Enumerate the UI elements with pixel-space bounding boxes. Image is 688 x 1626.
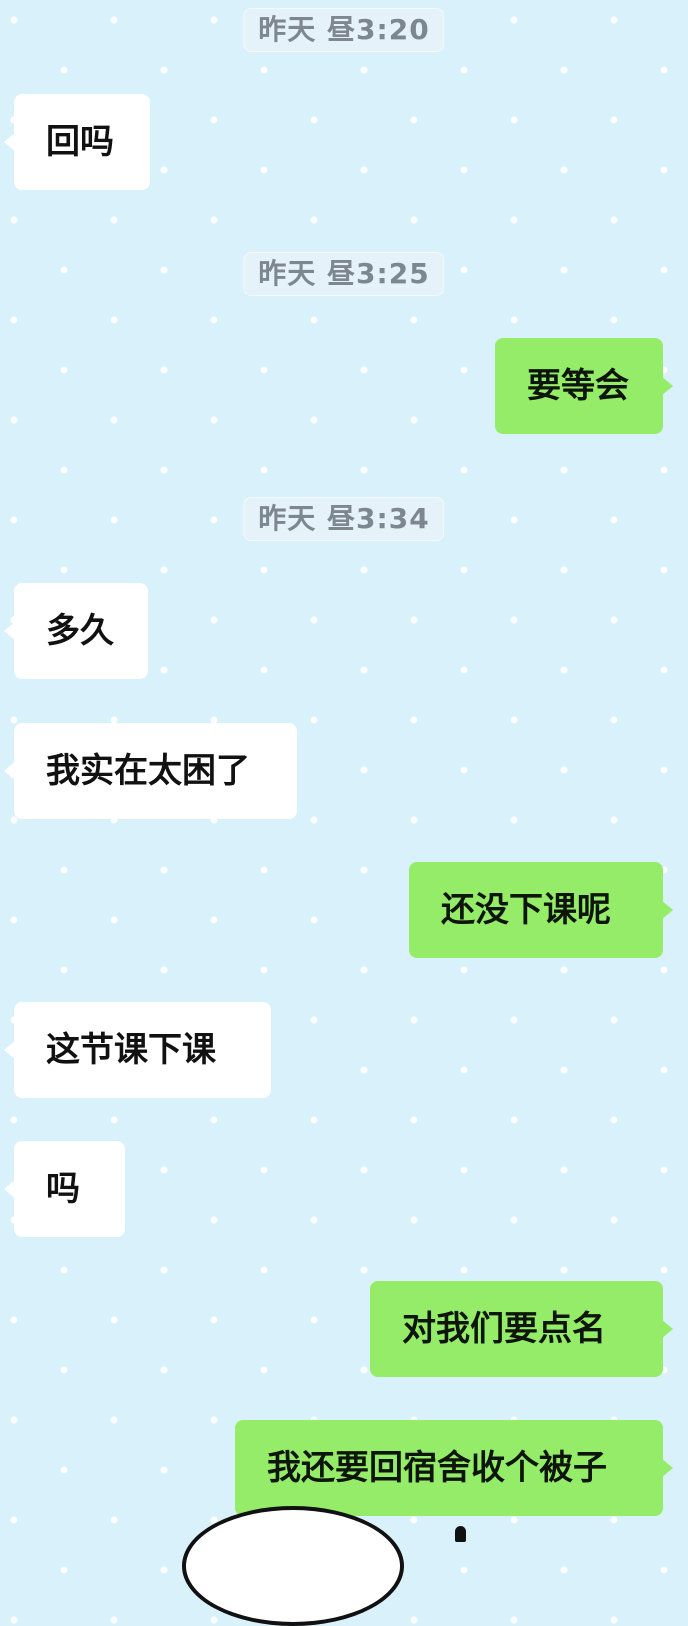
outgoing-message[interactable]: 对我们要点名 <box>370 1281 673 1377</box>
outgoing-message[interactable]: 我还要回宿舍收个被子 <box>235 1420 673 1516</box>
incoming-message[interactable]: 这节课下课 <box>4 1002 271 1098</box>
outgoing-message[interactable]: 要等会 <box>495 338 673 434</box>
sticker-mark <box>455 1526 466 1542</box>
incoming-message[interactable]: 多久 <box>4 583 148 679</box>
incoming-message[interactable]: 我实在太困了 <box>4 723 297 819</box>
timestamp: 昨天 昼3:20 <box>243 8 445 52</box>
sticker-outline <box>182 1506 404 1626</box>
incoming-message[interactable]: 吗 <box>4 1141 125 1237</box>
timestamp: 昨天 昼3:34 <box>243 497 445 541</box>
outgoing-message[interactable]: 还没下课呢 <box>409 862 673 958</box>
incoming-message[interactable]: 回吗 <box>4 94 150 190</box>
timestamp: 昨天 昼3:25 <box>243 252 445 296</box>
chat-area: 昨天 昼3:20 回吗 昨天 昼3:25 要等会 昨天 昼3:34 多久 我实在… <box>0 0 688 1626</box>
